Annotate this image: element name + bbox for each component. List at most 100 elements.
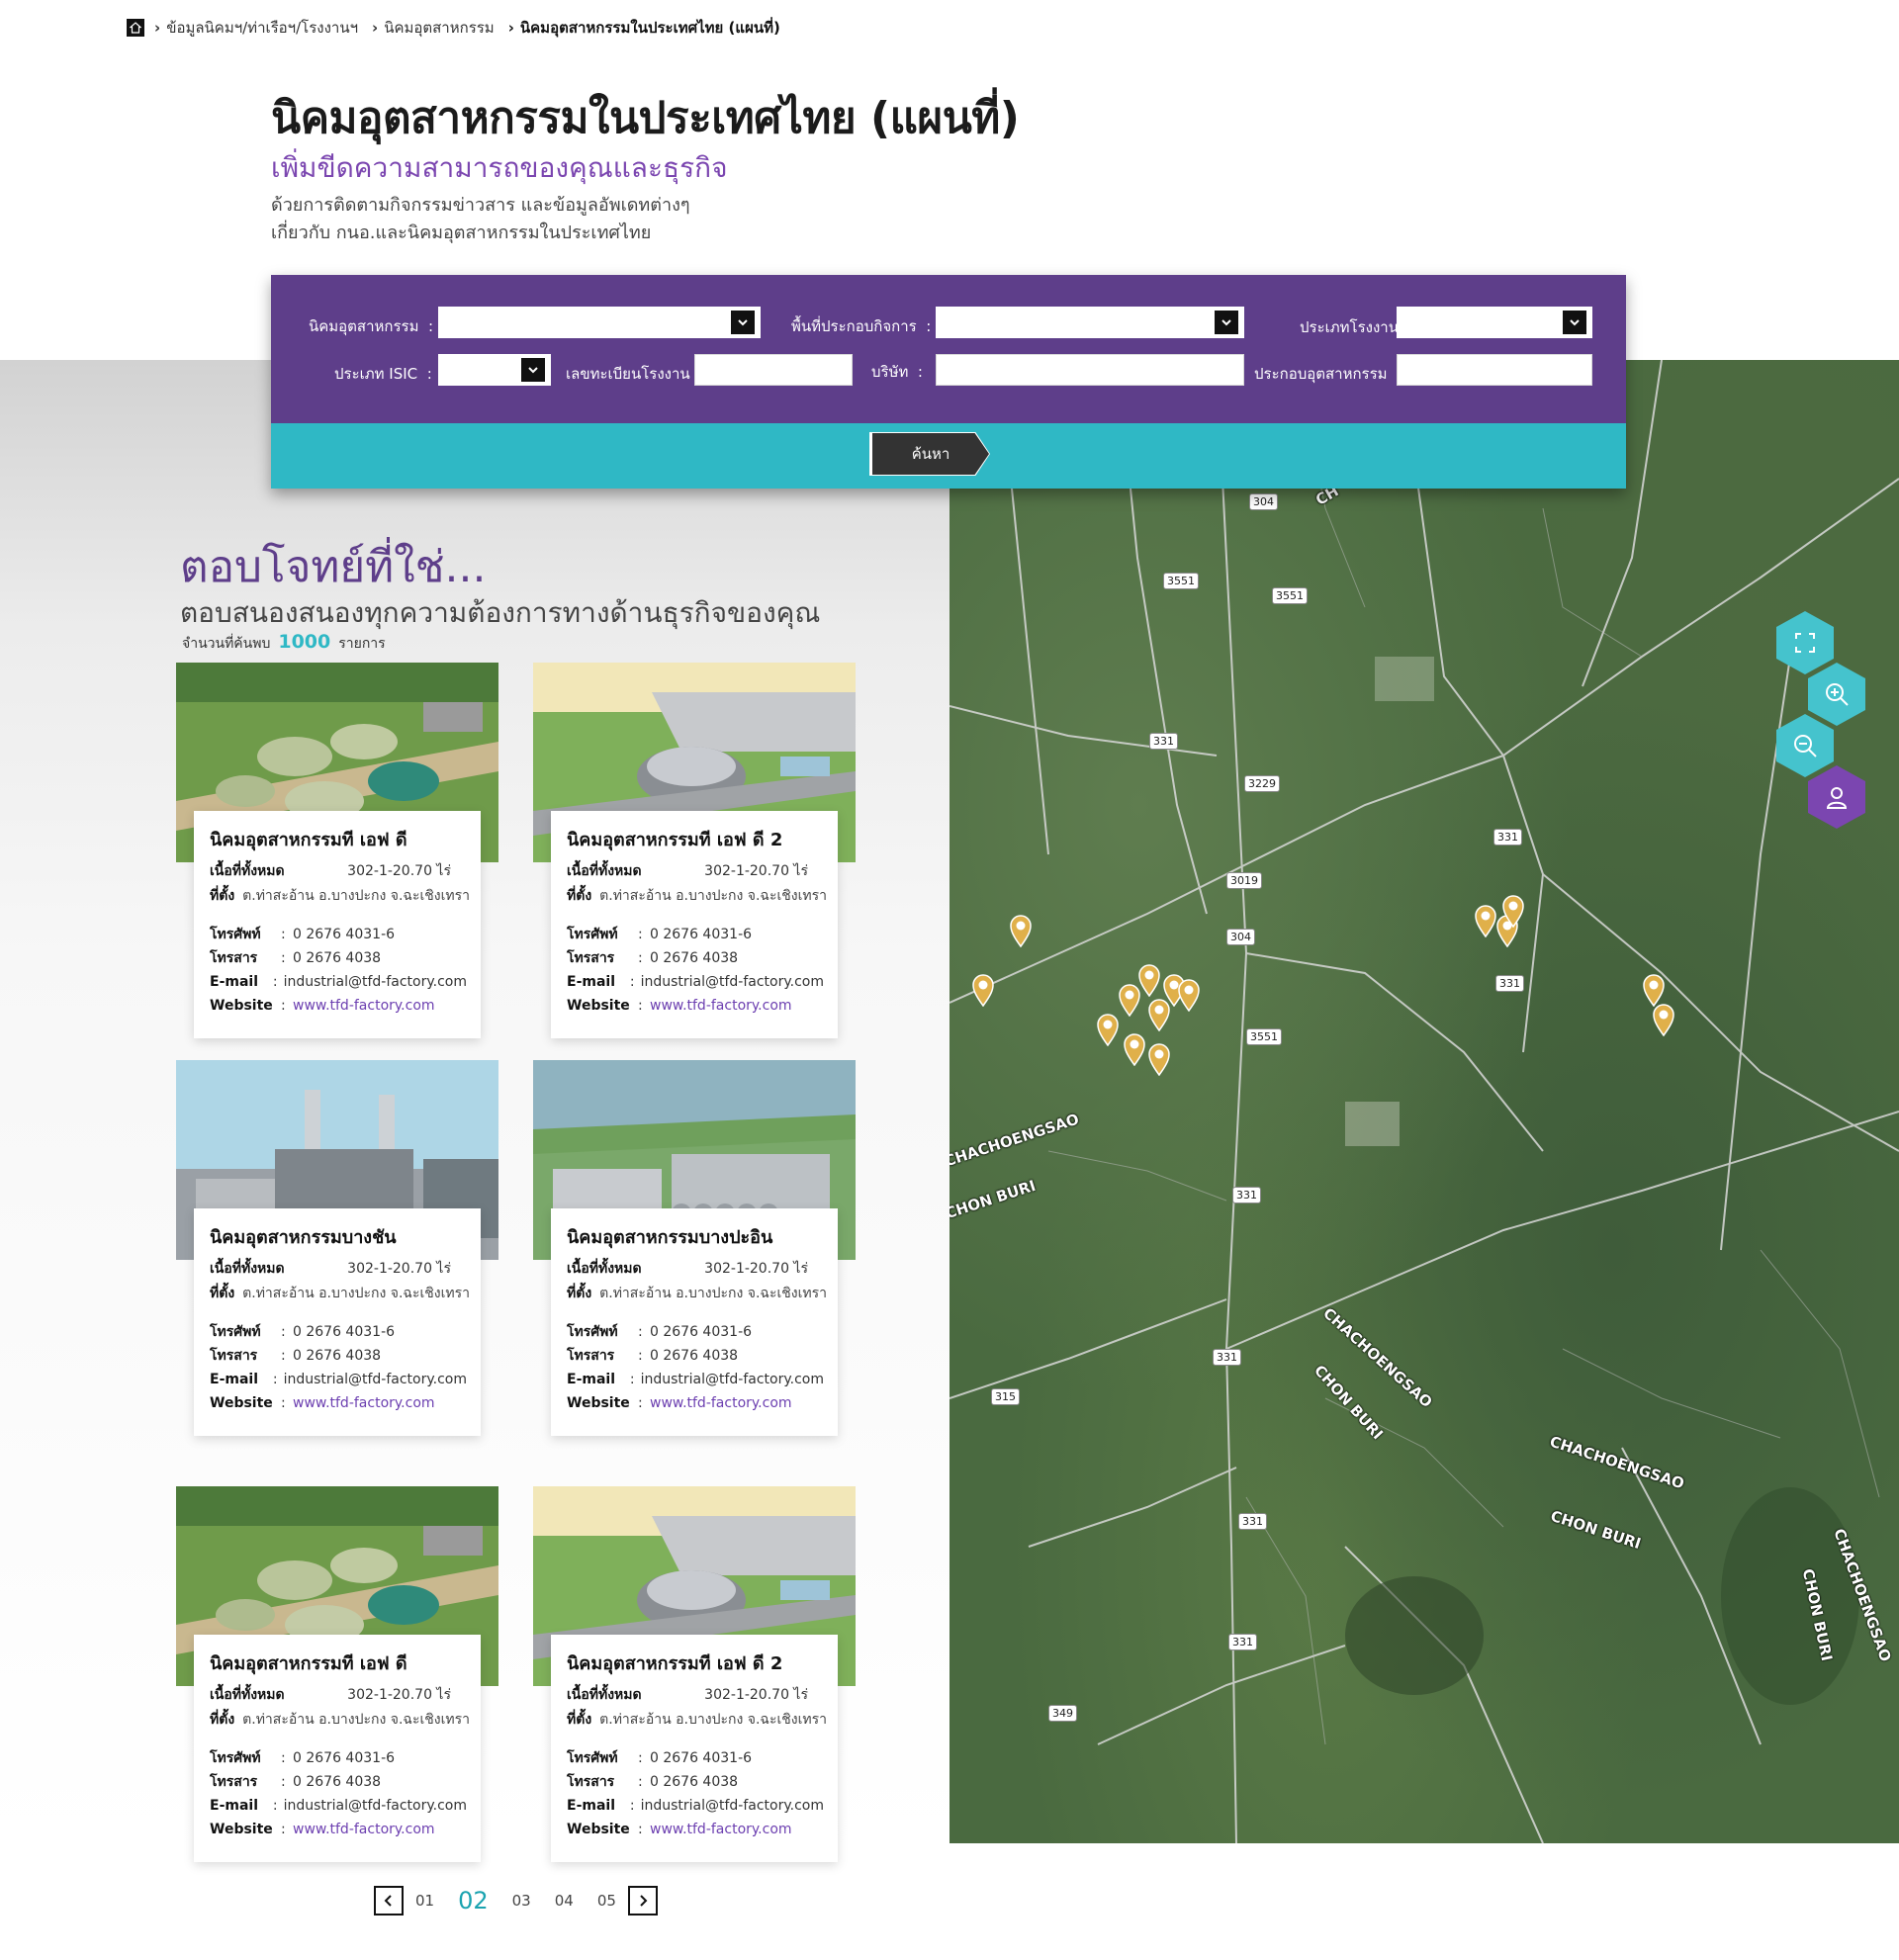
home-icon[interactable] bbox=[127, 19, 144, 37]
search-form: นิคมอุตสาหกรรม : พื้นที่ประกอบกิจการ : ป… bbox=[271, 275, 1626, 423]
area-value: 302-1-20.70 ไร่ bbox=[347, 1687, 451, 1703]
estate-card[interactable]: นิคมอุตสาหกรรมที เอฟ ดี 2 เนื้อที่ทั้งหมด… bbox=[533, 1486, 856, 1862]
map-pin-icon[interactable] bbox=[1642, 973, 1666, 1007]
website-link[interactable]: www.tfd-factory.com bbox=[650, 1818, 792, 1841]
phone-label: โทรศัพท์ bbox=[210, 1750, 261, 1766]
estate-card[interactable]: นิคมอุตสาหกรรมที เอฟ ดี เนื้อที่ทั้งหมด 30… bbox=[176, 663, 498, 1038]
pagination: 01 02 03 04 05 bbox=[374, 1885, 658, 1916]
estate-card[interactable]: นิคมอุตสาหกรรมบางปะอิน เนื้อที่ทั้งหมด 302… bbox=[533, 1060, 856, 1436]
factory-type-select[interactable] bbox=[1397, 307, 1592, 338]
location-label: ที่ตั้ง bbox=[567, 888, 592, 904]
location-value: ต.ท่าสะอ้าน อ.บางปะกง จ.ฉะเชิงเทรา bbox=[599, 1712, 827, 1728]
estate-name[interactable]: นิคมอุตสาหกรรมบางชัน bbox=[210, 1222, 467, 1251]
website-label: Website bbox=[210, 998, 273, 1014]
map-pin-icon[interactable] bbox=[1118, 983, 1141, 1017]
email-value[interactable]: industrial@tfd-factory.com bbox=[641, 1368, 824, 1391]
breadcrumb-item[interactable]: › นิคมอุตสาหกรรม bbox=[372, 16, 495, 40]
email-value[interactable]: industrial@tfd-factory.com bbox=[284, 1794, 467, 1818]
email-value[interactable]: industrial@tfd-factory.com bbox=[641, 970, 824, 994]
company-input[interactable] bbox=[936, 354, 1244, 386]
fax-value: 0 2676 4038 bbox=[293, 1774, 382, 1790]
map-pin-icon[interactable] bbox=[1177, 978, 1201, 1012]
location-label: ที่ตั้ง bbox=[210, 888, 235, 904]
map-pin-icon[interactable] bbox=[1096, 1013, 1120, 1046]
estate-card[interactable]: นิคมอุตสาหกรรมบางชัน เนื้อที่ทั้งหมด 302-1… bbox=[176, 1060, 498, 1436]
phone-value: 0 2676 4031-6 bbox=[293, 927, 396, 942]
fax-label: โทรสาร bbox=[567, 1348, 615, 1364]
estate-card[interactable]: นิคมอุตสาหกรรมที เอฟ ดี 2 เนื้อที่ทั้งหมด… bbox=[533, 663, 856, 1038]
road-label: 331 bbox=[1213, 1349, 1241, 1366]
road-label: 331 bbox=[1495, 975, 1524, 992]
location-value: ต.ท่าสะอ้าน อ.บางปะกง จ.ฉะเชิงเทรา bbox=[242, 1286, 470, 1301]
email-label: E-mail bbox=[210, 974, 259, 990]
chevron-down-icon[interactable] bbox=[731, 311, 755, 334]
map-pin-icon[interactable] bbox=[1147, 1042, 1171, 1076]
page-link[interactable]: 05 bbox=[597, 1892, 616, 1910]
email-label: E-mail bbox=[210, 1798, 259, 1814]
search-panel: นิคมอุตสาหกรรม : พื้นที่ประกอบกิจการ : ป… bbox=[271, 275, 1626, 489]
zone-select[interactable] bbox=[936, 307, 1244, 338]
map-pin-icon[interactable] bbox=[1501, 894, 1525, 928]
estate-card[interactable]: นิคมอุตสาหกรรมที เอฟ ดีเนื้อที่ทั้งหมด 30… bbox=[176, 1486, 498, 1862]
chevron-down-icon[interactable] bbox=[521, 358, 545, 382]
map-pin-icon[interactable] bbox=[1652, 1003, 1675, 1036]
area-value: 302-1-20.70 ไร่ bbox=[704, 1261, 808, 1277]
fax-value: 0 2676 4038 bbox=[293, 1348, 382, 1364]
email-label: E-mail bbox=[567, 1798, 616, 1814]
phone-label: โทรศัพท์ bbox=[210, 1324, 261, 1340]
estate-name[interactable]: นิคมอุตสาหกรรมบางปะอิน bbox=[567, 1222, 824, 1251]
phone-label: โทรศัพท์ bbox=[567, 1324, 618, 1340]
page-description: ด้วยการติดตามกิจกรรมข่าวสาร และข้อมูลอัพ… bbox=[271, 195, 690, 243]
estate-name[interactable]: นิคมอุตสาหกรรมที เอฟ ดี 2 bbox=[567, 825, 824, 853]
page-title: นิคมอุตสาหกรรมในประเทศไทย (แผนที่) bbox=[271, 93, 1020, 143]
industry-input[interactable] bbox=[1397, 354, 1592, 386]
map-pin-icon[interactable] bbox=[1147, 998, 1171, 1031]
email-value[interactable]: industrial@tfd-factory.com bbox=[284, 1368, 467, 1391]
area-value: 302-1-20.70 ไร่ bbox=[347, 1261, 451, 1277]
estate-name[interactable]: นิคมอุตสาหกรรมที เอฟ ดี 2 bbox=[567, 1648, 824, 1677]
website-link[interactable]: www.tfd-factory.com bbox=[293, 1818, 435, 1841]
isic-label: ประเภท ISIC : bbox=[334, 365, 432, 383]
email-value[interactable]: industrial@tfd-factory.com bbox=[641, 1794, 824, 1818]
email-label: E-mail bbox=[567, 974, 616, 990]
map-roads bbox=[950, 360, 1899, 1843]
map-pin-icon[interactable] bbox=[1474, 904, 1497, 937]
email-value[interactable]: industrial@tfd-factory.com bbox=[284, 970, 467, 994]
breadcrumb-current: › นิคมอุตสาหกรรมในประเทศไทย (แผนที่) bbox=[507, 19, 780, 37]
chevron-right-icon: › bbox=[372, 19, 379, 37]
page-link-active[interactable]: 02 bbox=[458, 1887, 489, 1915]
estate-select[interactable] bbox=[438, 307, 761, 338]
chevron-down-icon[interactable] bbox=[1215, 311, 1238, 334]
breadcrumb-item[interactable]: › ข้อมูลนิคมฯ/ท่าเรือฯ/โรงงานฯ bbox=[154, 16, 358, 40]
page-link[interactable]: 04 bbox=[555, 1892, 574, 1910]
location-label: ที่ตั้ง bbox=[567, 1712, 592, 1728]
estate-name[interactable]: นิคมอุตสาหกรรมที เอฟ ดี bbox=[210, 1648, 467, 1677]
estate-name[interactable]: นิคมอุตสาหกรรมที เอฟ ดี bbox=[210, 825, 467, 853]
website-link[interactable]: www.tfd-factory.com bbox=[293, 994, 435, 1018]
area-label: เนื้อที่ทั้งหมด bbox=[210, 1687, 285, 1703]
fax-value: 0 2676 4038 bbox=[650, 950, 739, 966]
website-link[interactable]: www.tfd-factory.com bbox=[650, 1391, 792, 1415]
page-link[interactable]: 01 bbox=[415, 1892, 434, 1910]
website-link[interactable]: www.tfd-factory.com bbox=[650, 994, 792, 1018]
area-label: เนื้อที่ทั้งหมด bbox=[567, 1687, 642, 1703]
isic-select[interactable] bbox=[438, 354, 551, 386]
fullscreen-icon bbox=[1795, 633, 1815, 653]
map-pin-icon[interactable] bbox=[971, 973, 995, 1007]
road-label: 3229 bbox=[1244, 775, 1280, 792]
search-button[interactable]: ค้นหา bbox=[870, 433, 989, 475]
map-pin-icon[interactable] bbox=[1123, 1032, 1146, 1066]
fax-label: โทรสาร bbox=[567, 1774, 615, 1790]
breadcrumb: › ข้อมูลนิคมฯ/ท่าเรือฯ/โรงงานฯ › นิคมอุตสา… bbox=[127, 16, 794, 40]
map-pin-icon[interactable] bbox=[1009, 914, 1033, 947]
road-label: 3551 bbox=[1272, 587, 1308, 604]
page-link[interactable]: 03 bbox=[512, 1892, 531, 1910]
factory-reg-input[interactable] bbox=[694, 354, 853, 386]
map-view[interactable]: 304 3551 3551 331 3229 331 3019 304 331 … bbox=[950, 360, 1899, 1843]
next-page-button[interactable] bbox=[627, 1886, 658, 1915]
fax-value: 0 2676 4038 bbox=[293, 950, 382, 966]
location-value: ต.ท่าสะอ้าน อ.บางปะกง จ.ฉะเชิงเทรา bbox=[242, 888, 470, 904]
website-link[interactable]: www.tfd-factory.com bbox=[293, 1391, 435, 1415]
prev-page-button[interactable] bbox=[374, 1886, 404, 1915]
chevron-down-icon[interactable] bbox=[1563, 311, 1586, 334]
